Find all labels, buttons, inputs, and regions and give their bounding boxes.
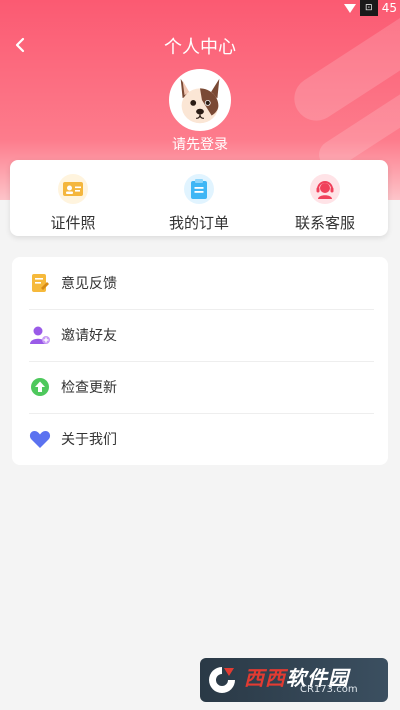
watermark-site: CR173.com bbox=[300, 684, 358, 695]
quick-action-label: 我的订单 bbox=[168, 214, 229, 232]
settings-menu: 意见反馈 邀请好友 检查更新 关于我们 bbox=[12, 257, 388, 465]
feedback-icon bbox=[29, 272, 51, 294]
invite-friend-icon bbox=[29, 324, 51, 346]
menu-item-about-us[interactable]: 关于我们 bbox=[12, 413, 388, 465]
page-title: 个人中心 bbox=[164, 37, 236, 58]
menu-item-feedback[interactable]: 意见反馈 bbox=[12, 257, 388, 309]
avatar[interactable] bbox=[169, 69, 231, 131]
login-link[interactable]: 请先登录 bbox=[0, 134, 400, 154]
menu-item-invite-friend[interactable]: 邀请好友 bbox=[12, 309, 388, 361]
quick-action-label: 联系客服 bbox=[294, 214, 355, 232]
status-bar: ⊡ 45 bbox=[343, 0, 400, 16]
update-icon bbox=[29, 376, 51, 398]
menu-item-check-update[interactable]: 检查更新 bbox=[12, 361, 388, 413]
watermark-name-part1: 西西 bbox=[244, 666, 286, 690]
wifi-icon bbox=[343, 3, 356, 13]
customer-service-icon bbox=[310, 174, 340, 204]
quick-action-id-photo[interactable]: 证件照 bbox=[10, 160, 136, 236]
dog-avatar-icon bbox=[171, 71, 229, 129]
order-clipboard-icon bbox=[184, 174, 214, 204]
status-time: 45 bbox=[381, 1, 397, 15]
menu-item-label: 意见反馈 bbox=[61, 276, 117, 292]
menu-item-label: 检查更新 bbox=[61, 380, 117, 396]
id-card-icon bbox=[58, 174, 88, 204]
quick-actions-card: 证件照 我的订单 联系客服 bbox=[10, 160, 388, 236]
site-watermark: 西西软件园 CR173.com bbox=[200, 658, 388, 702]
heart-icon bbox=[29, 428, 51, 450]
menu-item-label: 邀请好友 bbox=[61, 328, 117, 344]
quick-action-label: 证件照 bbox=[50, 214, 96, 232]
screen-record-icon: ⊡ bbox=[359, 0, 378, 16]
quick-action-my-orders[interactable]: 我的订单 bbox=[136, 160, 262, 236]
watermark-logo-icon bbox=[209, 667, 235, 693]
quick-action-customer-service[interactable]: 联系客服 bbox=[262, 160, 388, 236]
menu-item-label: 关于我们 bbox=[61, 432, 117, 448]
